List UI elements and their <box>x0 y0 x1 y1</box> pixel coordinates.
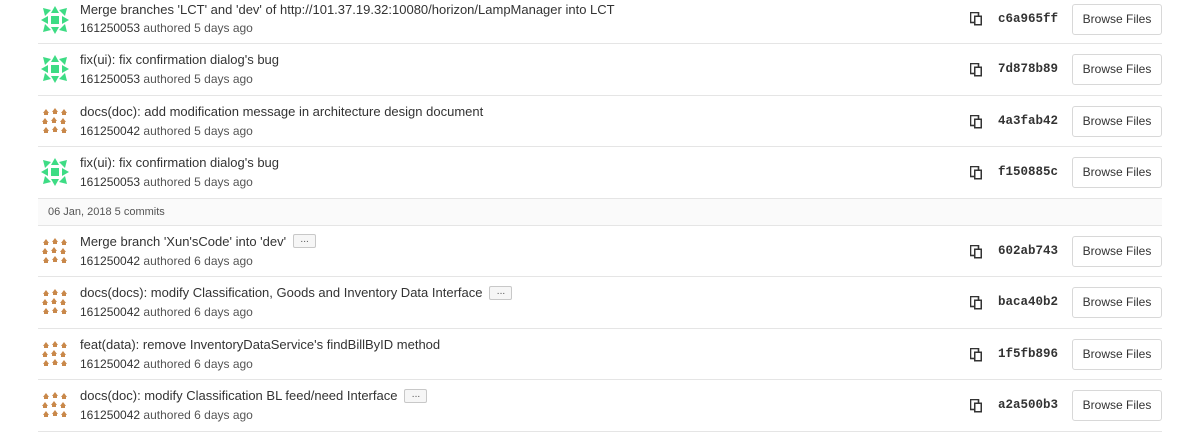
commit-row: fix(ui): fix confirmation dialog's bug 16… <box>38 147 1162 199</box>
browse-files-button[interactable]: Browse Files <box>1072 235 1162 267</box>
commit-title-link[interactable]: fix(ui): fix confirmation dialog's bug <box>80 52 279 67</box>
commit-meta: 161250053 authored 5 days ago <box>80 175 253 189</box>
commit-time: 6 days ago <box>194 356 253 371</box>
commit-row: Merge branches 'LCT' and 'dev' of http:/… <box>38 0 1162 44</box>
browse-files-button[interactable]: Browse Files <box>1072 287 1162 318</box>
ellipsis-icon[interactable]: ... <box>404 388 428 403</box>
clipboard-icon[interactable] <box>969 11 983 26</box>
commit-time: 6 days ago <box>194 253 253 268</box>
commit-authored-label: authored <box>143 175 191 189</box>
commit-author[interactable]: 161250042 <box>80 124 140 138</box>
commit-title: feat(data): remove InventoryDataService'… <box>80 337 440 352</box>
commit-meta: 161250042 authored 6 days ago <box>80 408 253 422</box>
avatar[interactable] <box>39 286 71 318</box>
clipboard-icon[interactable] <box>969 398 983 413</box>
commit-title: docs(docs): modify Classification, Goods… <box>80 285 513 300</box>
commit-meta: 161250053 authored 5 days ago <box>80 21 253 35</box>
commit-time: 6 days ago <box>194 305 253 319</box>
commit-sha[interactable]: c6a965ff <box>998 12 1058 26</box>
commit-title-link[interactable]: Merge branch 'Xun'sCode' into 'dev' <box>80 234 286 249</box>
commit-authored-label: authored <box>143 408 191 422</box>
clipboard-icon[interactable] <box>969 165 983 180</box>
browse-files-button[interactable]: Browse Files <box>1072 54 1162 85</box>
avatar[interactable] <box>39 234 71 267</box>
ellipsis-icon[interactable]: ... <box>293 234 317 248</box>
avatar[interactable] <box>39 389 71 421</box>
day-header: 06 Jan, 2018 5 commits <box>38 198 1162 226</box>
commit-row: fix(ui): fix confirmation dialog's bug 16… <box>38 44 1162 96</box>
commit-title: docs(doc): modify Classification BL feed… <box>80 388 428 403</box>
commit-row: Merge branch 'Xun'sCode' into 'dev'... 16… <box>38 226 1162 277</box>
commit-author[interactable]: 161250042 <box>80 357 140 371</box>
avatar[interactable] <box>39 53 71 85</box>
commit-sha[interactable]: a2a500b3 <box>998 398 1058 412</box>
commit-title: docs(doc): add modification message in a… <box>80 104 483 119</box>
commit-author[interactable]: 161250042 <box>80 254 140 268</box>
commit-time: 5 days ago <box>194 72 253 86</box>
commit-row: docs(doc): modify Classification BL feed… <box>38 380 1162 432</box>
clipboard-icon[interactable] <box>969 347 983 362</box>
commit-title-link[interactable]: docs(doc): modify Classification BL feed… <box>80 388 397 403</box>
avatar[interactable] <box>39 4 71 36</box>
commit-author[interactable]: 161250053 <box>80 72 140 86</box>
commit-sha[interactable]: baca40b2 <box>998 295 1058 309</box>
commit-title-link[interactable]: feat(data): remove InventoryDataService'… <box>80 337 440 352</box>
commit-meta: 161250042 authored 6 days ago <box>80 254 253 268</box>
commit-author[interactable]: 161250042 <box>80 408 140 422</box>
commit-authored-label: authored <box>143 123 191 138</box>
commit-sha[interactable]: 4a3fab42 <box>998 114 1058 128</box>
commit-title: Merge branches 'LCT' and 'dev' of http:/… <box>80 2 615 17</box>
clipboard-icon[interactable] <box>969 295 983 310</box>
commit-author[interactable]: 161250053 <box>80 175 140 189</box>
commit-sha[interactable]: 602ab743 <box>998 244 1058 258</box>
commit-meta: 161250053 authored 5 days ago <box>80 72 253 86</box>
commit-time: 5 days ago <box>194 21 253 35</box>
commit-time: 5 days ago <box>194 175 253 189</box>
commit-sha[interactable]: 1f5fb896 <box>998 347 1058 361</box>
commit-title-link[interactable]: docs(docs): modify Classification, Goods… <box>80 285 482 300</box>
commit-meta: 161250042 authored 6 days ago <box>80 305 253 319</box>
commit-meta: 161250042 authored 5 days ago <box>80 124 253 138</box>
commit-title-link[interactable]: Merge branches 'LCT' and 'dev' of http:/… <box>80 2 615 17</box>
ellipsis-icon[interactable]: ... <box>489 285 513 300</box>
commit-author[interactable]: 161250042 <box>80 305 140 319</box>
browse-files-button[interactable]: Browse Files <box>1072 157 1162 188</box>
commit-title: Merge branch 'Xun'sCode' into 'dev'... <box>80 234 317 249</box>
avatar[interactable] <box>39 156 71 188</box>
commit-row: docs(doc): add modification message in a… <box>38 96 1162 147</box>
avatar[interactable] <box>39 337 71 370</box>
commit-row: feat(data): remove InventoryDataService'… <box>38 329 1162 380</box>
commit-author[interactable]: 161250053 <box>80 21 140 35</box>
commit-row: docs(docs): modify Classification, Goods… <box>38 277 1162 329</box>
browse-files-button[interactable]: Browse Files <box>1072 105 1162 137</box>
commit-title-link[interactable]: docs(doc): add modification message in a… <box>80 104 483 119</box>
clipboard-icon[interactable] <box>969 114 983 129</box>
commit-title: fix(ui): fix confirmation dialog's bug <box>80 52 279 67</box>
clipboard-icon[interactable] <box>969 62 983 77</box>
commit-sha[interactable]: f150885c <box>998 165 1058 179</box>
clipboard-icon[interactable] <box>969 244 983 259</box>
commit-authored-label: authored <box>143 356 191 371</box>
commit-title-link[interactable]: fix(ui): fix confirmation dialog's bug <box>80 155 279 170</box>
commit-authored-label: authored <box>143 21 191 35</box>
commit-meta: 161250042 authored 6 days ago <box>80 357 253 371</box>
commit-authored-label: authored <box>143 305 191 319</box>
commit-title: fix(ui): fix confirmation dialog's bug <box>80 155 279 170</box>
avatar[interactable] <box>39 104 71 137</box>
browse-files-button[interactable]: Browse Files <box>1072 390 1162 421</box>
commit-authored-label: authored <box>143 72 191 86</box>
commit-sha[interactable]: 7d878b89 <box>998 62 1058 76</box>
commit-list: Merge branches 'LCT' and 'dev' of http:/… <box>38 0 1162 432</box>
browse-files-button[interactable]: Browse Files <box>1072 4 1162 35</box>
commit-time: 6 days ago <box>194 408 253 422</box>
commit-time: 5 days ago <box>194 123 253 138</box>
browse-files-button[interactable]: Browse Files <box>1072 338 1162 370</box>
commit-authored-label: authored <box>143 253 191 268</box>
